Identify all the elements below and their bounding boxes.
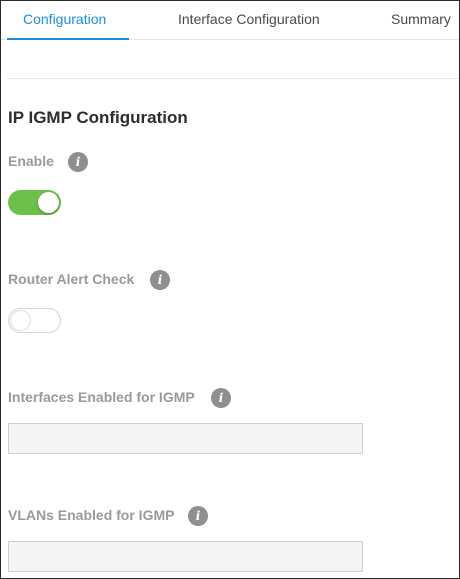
section-title: IP IGMP Configuration xyxy=(8,108,188,127)
tab-configuration[interactable]: Configuration xyxy=(23,1,106,39)
router-alert-check-info-icon[interactable]: i xyxy=(150,270,170,290)
vlans-enabled-info-icon[interactable]: i xyxy=(188,506,208,526)
toggle-knob xyxy=(38,192,59,213)
section-divider xyxy=(7,78,459,79)
interfaces-enabled-label: Interfaces Enabled for IGMP xyxy=(8,389,195,405)
app-frame: Configuration Interface Configuration Su… xyxy=(0,0,460,579)
enable-toggle[interactable] xyxy=(8,190,61,215)
interfaces-enabled-info-icon[interactable]: i xyxy=(211,388,231,408)
vlans-enabled-label: VLANs Enabled for IGMP xyxy=(8,507,175,523)
enable-info-icon[interactable]: i xyxy=(68,152,88,172)
tab-bar: Configuration Interface Configuration Su… xyxy=(1,1,459,40)
router-alert-check-label: Router Alert Check xyxy=(8,271,135,287)
tab-interface-configuration[interactable]: Interface Configuration xyxy=(178,1,320,39)
vlans-enabled-input[interactable] xyxy=(8,541,363,572)
tab-summary[interactable]: Summary xyxy=(391,1,451,39)
router-alert-check-toggle[interactable] xyxy=(8,308,61,333)
active-tab-indicator xyxy=(7,38,129,40)
interfaces-enabled-input[interactable] xyxy=(8,423,363,454)
enable-label: Enable xyxy=(8,153,54,169)
toggle-knob xyxy=(10,310,31,331)
